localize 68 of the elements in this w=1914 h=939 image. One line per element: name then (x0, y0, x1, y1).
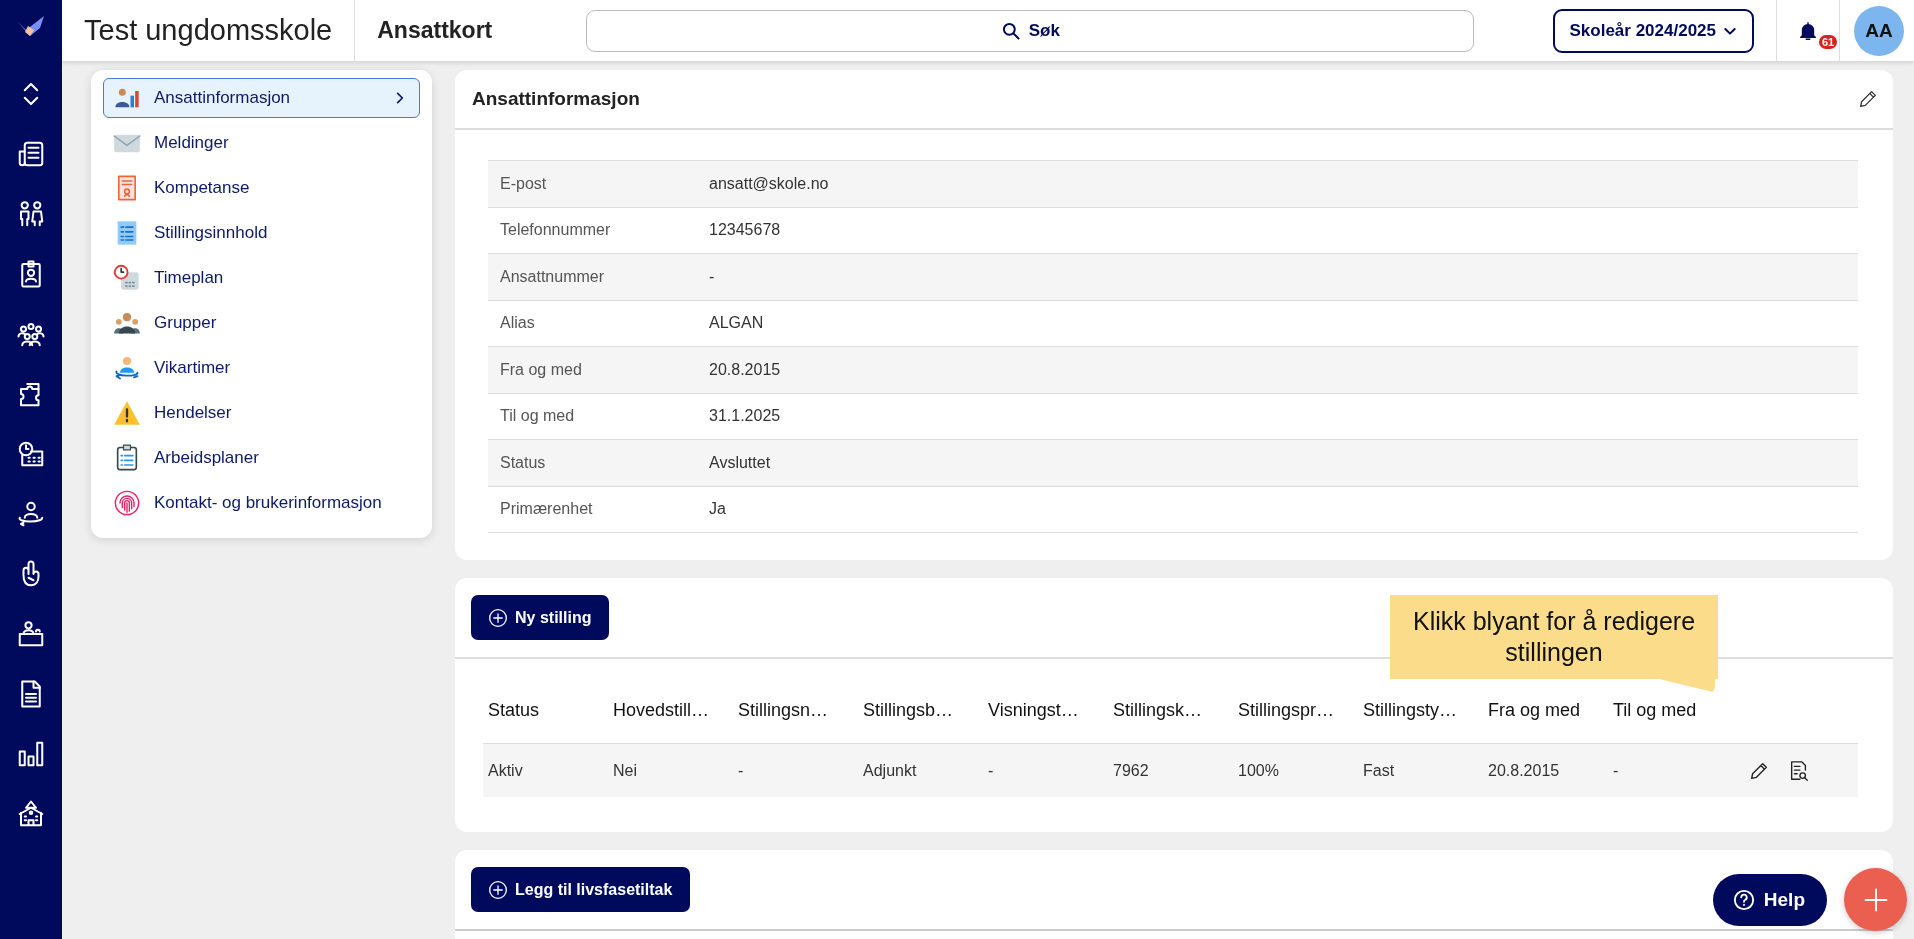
school-name: Test ungdomsskole (62, 0, 356, 61)
plus-circle-icon (488, 879, 508, 900)
clock-calendar-icon[interactable] (16, 439, 46, 469)
sidebar-item[interactable]: Grupper (103, 303, 420, 343)
table-cell: - (983, 743, 1108, 797)
newspaper-icon[interactable] (16, 139, 46, 169)
field-label: Til og med (488, 393, 697, 440)
column-header: Stillingsb… (858, 678, 983, 744)
table-cell: Nei (608, 743, 733, 797)
warning-icon (112, 399, 142, 427)
table-cell: Adjunkt (858, 743, 983, 797)
user-avatar[interactable]: AA (1854, 5, 1904, 56)
field-label: Ansattnummer (488, 253, 697, 300)
logo-icon[interactable] (16, 14, 46, 38)
field-label: Alias (488, 300, 697, 347)
desk-person-icon[interactable] (16, 619, 46, 649)
card-title: Ansattinformasjon (472, 88, 640, 110)
table-cell: - (1608, 743, 1733, 797)
field-label: E-post (488, 160, 697, 207)
field-value: Ja (697, 486, 1858, 533)
field-value: 31.1.2025 (697, 393, 1858, 440)
field-label: Status (488, 439, 697, 486)
table-cell: 7962 (1108, 743, 1233, 797)
bar-chart-icon[interactable] (16, 739, 46, 769)
table-cell: - (733, 743, 858, 797)
field-value: ansatt@skole.no (697, 160, 1858, 207)
field-value: 20.8.2015 (697, 346, 1858, 393)
column-header: Visningst… (983, 678, 1108, 744)
question-icon (1732, 888, 1755, 911)
column-header: Stillingsn… (733, 678, 858, 744)
field-value: ALGAN (697, 300, 1858, 347)
school-icon[interactable] (16, 799, 46, 829)
column-header: Hovedstill… (608, 678, 733, 744)
sidebar-item[interactable]: Vikartimer (103, 348, 420, 388)
school-year-dropdown[interactable]: Skoleår 2024/2025 (1553, 8, 1754, 53)
column-header: Status (483, 678, 608, 744)
column-header: Stillingspr… (1233, 678, 1358, 744)
fingerprint-icon (112, 489, 142, 517)
sidebar-item[interactable]: Arbeidsplaner (103, 438, 420, 478)
person-rotate-icon[interactable] (16, 499, 46, 529)
table-cell: 20.8.2015 (1483, 743, 1608, 797)
new-position-button[interactable]: Ny stilling (471, 595, 610, 640)
column-header: Stillingsk… (1108, 678, 1233, 744)
field-label: Fra og med (488, 346, 697, 393)
clock-calendar-icon (112, 264, 142, 292)
sidebar-item[interactable]: Kompetanse (103, 168, 420, 208)
sidebar-item[interactable]: Timeplan (103, 258, 420, 298)
table-cell: Aktiv (483, 743, 608, 797)
field-value: Avsluttet (697, 439, 1858, 486)
notification-count: 61 (1819, 34, 1838, 49)
page-title: Ansattkort (376, 17, 494, 44)
field-label: Primærenhet (488, 486, 697, 533)
document-search-icon[interactable] (1788, 759, 1810, 782)
pencil-icon[interactable] (1857, 88, 1879, 110)
sidebar-item[interactable]: Meldinger (103, 123, 420, 163)
search-field[interactable]: Søk (586, 9, 1475, 52)
search-icon (1000, 20, 1021, 41)
table-cell: Fast (1358, 743, 1483, 797)
sidebar-item[interactable]: Stillingsinnhold (103, 213, 420, 253)
plus-circle-icon (488, 607, 508, 628)
field-label: Telefonnummer (488, 207, 697, 254)
table-cell: 100% (1233, 743, 1358, 797)
sidebar-item[interactable]: Hendelser (103, 393, 420, 433)
sidebar-item[interactable]: Kontakt- og brukerinformasjon (103, 483, 420, 523)
sidebar-item[interactable]: Ansattinformasjon (103, 78, 420, 118)
field-value: - (697, 253, 1858, 300)
add-life-phase-button[interactable]: Legg til livsfasetiltak (471, 867, 691, 912)
field-value: 12345678 (697, 207, 1858, 254)
